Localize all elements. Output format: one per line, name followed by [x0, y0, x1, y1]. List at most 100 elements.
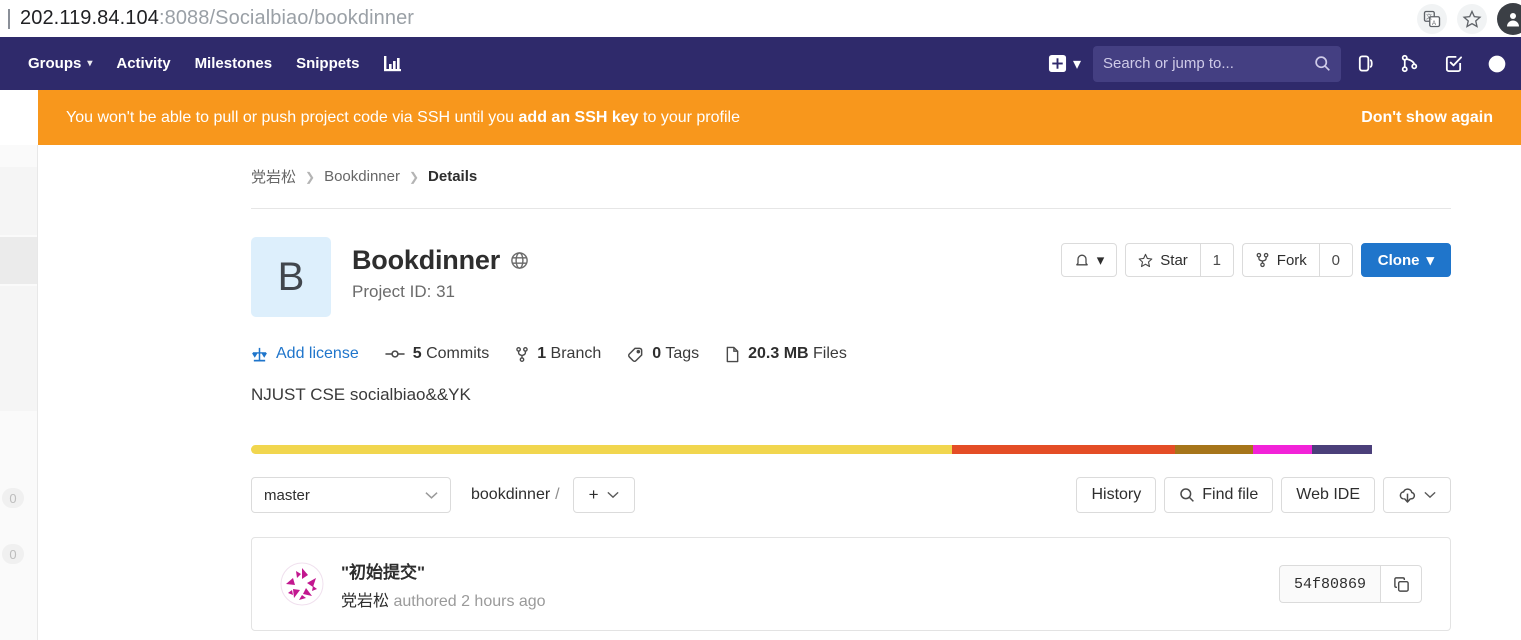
commit-meta: 党岩松 authored 2 hours ago — [341, 587, 1279, 611]
search-input[interactable]: Search or jump to... — [1093, 45, 1341, 82]
breadcrumb-project[interactable]: Bookdinner — [324, 168, 400, 185]
merge-requests-icon[interactable] — [1389, 44, 1429, 84]
nav-item-analytics[interactable] — [371, 47, 415, 81]
chevron-down-icon: ▾ — [1072, 55, 1081, 73]
chevron-down-icon: ▾ — [87, 58, 93, 69]
star-count[interactable]: 1 — [1199, 243, 1234, 277]
project-stats: Add license 5 Commits 1 Branch 0 Tags 20… — [251, 317, 1451, 363]
chevron-down-icon: ▾ — [1096, 252, 1105, 269]
notification-dropdown-button[interactable]: ▾ — [1060, 243, 1118, 277]
nav-item-groups[interactable]: Groups ▾ — [16, 47, 104, 80]
add-ssh-key-link[interactable]: add an SSH key — [519, 109, 639, 126]
tag-icon — [627, 346, 644, 363]
lang-segment-javascript[interactable] — [251, 445, 952, 454]
search-icon — [1179, 487, 1195, 503]
commit-icon — [385, 347, 405, 361]
download-dropdown-button[interactable] — [1383, 477, 1451, 513]
navbar-right-actions: ▾ Search or jump to... — [1040, 37, 1521, 90]
alert-text-before: You won't be able to pull or push projec… — [66, 108, 519, 126]
globe-icon — [510, 251, 529, 270]
history-button[interactable]: History — [1076, 477, 1157, 513]
svg-text:文: 文 — [1426, 13, 1432, 21]
repo-path-separator: / — [555, 486, 560, 503]
chevron-down-icon — [425, 491, 438, 500]
branches-count: 1 — [537, 345, 547, 362]
add-to-repo-button[interactable]: + — [572, 477, 635, 513]
commit-sha-group: 54f80869 — [1278, 565, 1422, 603]
web-ide-button[interactable]: Web IDE — [1281, 477, 1375, 513]
stat-tags[interactable]: 0 Tags — [627, 345, 699, 363]
find-file-label: Find file — [1202, 486, 1259, 503]
commit-message[interactable]: "初始提交" — [341, 558, 1279, 583]
chart-bar-icon — [383, 55, 403, 73]
bookmark-star-icon[interactable] — [1457, 3, 1487, 34]
search-placeholder: Search or jump to... — [1103, 55, 1234, 72]
stat-branches[interactable]: 1 Branch — [515, 345, 601, 363]
copy-icon[interactable] — [1380, 565, 1422, 603]
star-label: Star — [1160, 251, 1188, 269]
lang-segment-css[interactable] — [1174, 445, 1254, 454]
commit-info: "初始提交" 党岩松 authored 2 hours ago — [341, 558, 1279, 611]
translate-icon[interactable]: 文 A — [1417, 3, 1447, 34]
stat-add-license[interactable]: Add license — [251, 345, 359, 363]
files-label: Files — [813, 345, 847, 362]
latest-commit-card: "初始提交" 党岩松 authored 2 hours ago 54f80869 — [251, 537, 1451, 631]
fork-count[interactable]: 0 — [1318, 243, 1353, 277]
find-file-button[interactable]: Find file — [1164, 477, 1274, 513]
add-license-link: Add license — [276, 345, 359, 362]
breadcrumb-owner[interactable]: 党岩松 — [251, 166, 296, 187]
gitlab-top-navbar: Groups ▾ Activity Milestones Snippets ▾ … — [0, 37, 1521, 90]
nav-item-snippets[interactable]: Snippets — [284, 47, 371, 80]
commits-label: Commits — [426, 345, 490, 362]
sidebar-section-1 — [0, 167, 37, 235]
nav-item-milestones-label: Milestones — [194, 55, 273, 72]
search-icon — [1314, 55, 1331, 72]
chevron-right-icon: ❯ — [305, 169, 316, 184]
repo-path-breadcrumb: bookdinner / — [471, 486, 565, 504]
lang-segment-vue[interactable] — [1253, 445, 1312, 454]
sidebar-section-active — [0, 237, 37, 284]
url-cursor — [8, 8, 10, 29]
issues-icon[interactable] — [1345, 44, 1385, 84]
alert-text-after: to your profile — [638, 108, 740, 126]
commits-count: 5 — [412, 345, 422, 362]
fork-button[interactable]: Fork — [1241, 243, 1319, 277]
fork-label: Fork — [1276, 251, 1307, 269]
branch-selector[interactable]: master — [251, 477, 451, 513]
history-label: History — [1091, 486, 1142, 503]
identicon-avatar — [280, 562, 324, 606]
nav-item-milestones[interactable]: Milestones — [183, 47, 285, 80]
lang-segment-other[interactable] — [1311, 445, 1372, 454]
commit-sha[interactable]: 54f80869 — [1278, 565, 1380, 603]
nav-links: Groups ▾ Activity Milestones Snippets — [0, 47, 415, 81]
star-button[interactable]: Star — [1125, 243, 1200, 277]
browser-toolbar: 202.119.84.104:8088/Socialbiao/bookdinne… — [0, 0, 1521, 37]
fork-button-group: Fork 0 — [1241, 243, 1353, 277]
sidebar-section-3 — [0, 286, 37, 411]
stat-files[interactable]: 20.3 MB Files — [725, 345, 847, 363]
user-menu-avatar[interactable] — [1477, 44, 1517, 84]
nav-item-activity[interactable]: Activity — [104, 47, 182, 80]
project-title-row: Bookdinner — [352, 245, 1061, 276]
new-item-button[interactable]: ▾ — [1040, 48, 1089, 80]
commit-author[interactable]: 党岩松 — [341, 593, 389, 610]
repo-path-root[interactable]: bookdinner — [471, 486, 550, 503]
url-bar[interactable]: 202.119.84.104:8088/Socialbiao/bookdinne… — [20, 7, 414, 30]
project-avatar: B — [251, 237, 331, 317]
dont-show-again-button[interactable]: Don't show again — [1361, 109, 1493, 127]
sidebar-badge-merge-requests: 0 — [2, 544, 24, 564]
file-icon — [725, 346, 740, 363]
profile-avatar[interactable] — [1497, 2, 1521, 35]
nav-item-activity-label: Activity — [116, 55, 171, 72]
repository-actions: History Find file Web IDE — [1076, 477, 1451, 513]
clone-button[interactable]: Clone ▾ — [1360, 243, 1451, 277]
project-header: B Bookdinner Project ID: 31 ▾ Star 1 For… — [251, 209, 1451, 317]
stat-commits[interactable]: 5 Commits — [385, 345, 489, 363]
breadcrumb-current: Details — [428, 168, 478, 185]
chevron-down-icon — [606, 491, 619, 499]
star-button-group: Star 1 — [1125, 243, 1234, 277]
lang-segment-html[interactable] — [951, 445, 1175, 454]
todos-icon[interactable] — [1433, 44, 1473, 84]
chevron-right-icon: ❯ — [408, 169, 420, 184]
project-sidebar-collapsed[interactable]: 0 0 — [0, 145, 38, 640]
